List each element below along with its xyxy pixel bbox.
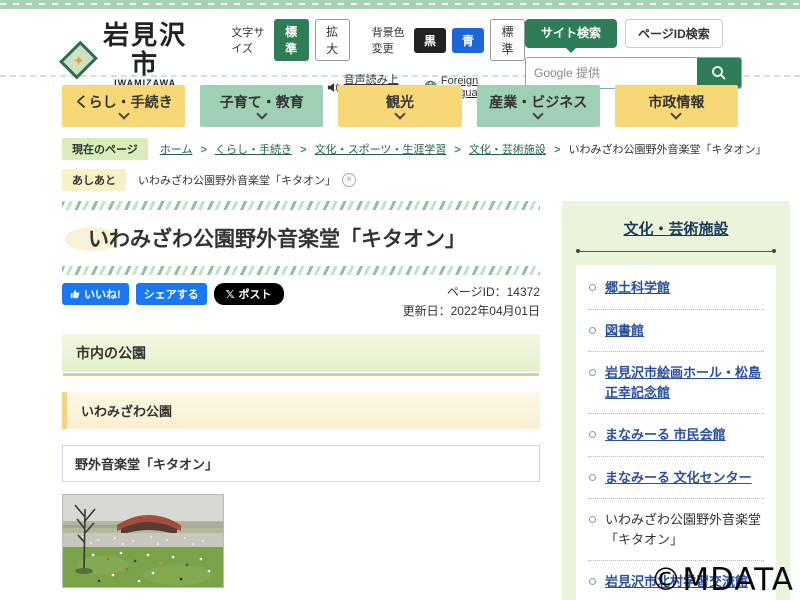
header-search-area: サイト検索 ページID検索 [525,19,742,89]
share-button[interactable]: シェアする [135,283,207,305]
breadcrumb-link-bunka-geijutsu[interactable]: 文化・芸術施設 [469,144,546,156]
nav-item-kurashi[interactable]: くらし・手続き [62,85,186,127]
breadcrumb-link-home[interactable]: ホーム [160,144,193,156]
nav-item-kanko[interactable]: 観光 [338,85,462,127]
bg-standard-button[interactable]: 標準 [490,19,526,61]
page-title: いわみざわ公園野外音楽堂「キタオン」 [62,210,540,266]
current-page-badge: 現在のページ [62,138,148,160]
font-size-standard-button[interactable]: 標準 [273,19,309,61]
site-header: ✦ 岩見沢市 IWAMIZAWA CITY 文字サイズ 標準 拡大 背景色変更 … [0,9,800,102]
bg-black-button[interactable]: 黒 [413,27,446,53]
sidebar-item-kyodo-science[interactable]: 郷土科学館 [588,267,764,310]
circle-bullet-icon [589,516,596,523]
like-button[interactable]: いいね! [62,283,129,305]
circle-bullet-icon [589,369,596,376]
breadcrumb-current: いわみざわ公園野外音楽堂「キタオン」 [568,144,767,156]
city-crest-icon: ✦ [59,40,98,80]
decor-stitch-band [0,0,800,9]
mdata-watermark: ©MDATA [650,562,794,598]
main-column: いわみざわ公園野外音楽堂「キタオン」 いいね! シェアする 𝕏 ポスト ページI… [62,201,540,600]
x-logo-icon: 𝕏 [225,288,235,301]
search-button[interactable] [697,58,741,88]
bg-color-label: 背景色変更 [371,27,405,55]
section-heading-iwamizawa-park: いわみざわ公園 [62,392,540,430]
page-id: ページID：14372 [446,285,540,299]
circle-bullet-icon [589,578,596,585]
circle-bullet-icon [589,284,596,291]
city-name: 岩見沢市 [103,20,188,79]
kitaon-amphitheater-photo [62,494,224,589]
breadcrumb-link-kurashi[interactable]: くらし・手続き [215,144,292,156]
circle-bullet-icon [589,473,596,481]
page-id-search-tab[interactable]: ページID検索 [625,19,723,48]
nav-item-shisei[interactable]: 市政情報 [614,85,739,127]
sidebar-item-manamiru-bunka-center[interactable]: まなみーる 文化センター [588,457,764,499]
site-search-tab[interactable]: サイト検索 [525,19,618,48]
breadcrumb-link-bunka-sports[interactable]: 文化・スポーツ・生涯学習 [315,144,447,156]
ashiato-row: あしあと いわみざわ公園野外音楽堂「キタオン」 × [0,164,800,195]
search-input[interactable] [526,58,697,88]
post-button[interactable]: 𝕏 ポスト [213,283,284,305]
sidebar-item-manamiru-shimin-kaikan[interactable]: まなみーる 市民会館 [588,414,764,457]
font-size-label: 文字サイズ [231,27,265,55]
decor-leaf-border-bottom [62,266,540,275]
bg-blue-button[interactable]: 青 [451,27,484,53]
magnifier-icon [712,66,726,80]
sidebar-item-kitaon-current: いわみざわ公園野外音楽堂「キタオン」 [588,499,764,561]
ashiato-item-label: いわみざわ公園野外音楽堂「キタオン」 [138,175,336,187]
section-heading-parks: 市内の公園 [62,334,540,374]
sidebar-title: 文化・芸術施設 [623,221,729,238]
nav-item-kosodate[interactable]: 子育て・教育 [200,85,324,127]
sidebar-culture-facilities: 文化・芸術施設 郷土科学館 図書館 岩見沢市絵画ホール・松島正幸記念館 まなみー… [562,201,790,600]
font-size-large-button[interactable]: 拡大 [314,19,350,61]
circle-bullet-icon [589,326,596,334]
sidebar-item-library[interactable]: 図書館 [588,310,764,352]
nav-item-sangyo[interactable]: 産業・ビジネス [476,85,600,127]
ashiato-badge: あしあと [62,169,126,191]
social-row: いいね! シェアする 𝕏 ポスト ページID：14372 更新日：2022年04… [62,283,540,321]
sidebar-divider [576,249,776,253]
breadcrumb: 現在のページ ホーム > くらし・手続き > 文化・スポーツ・生涯学習 > 文化… [0,133,800,164]
decor-leaf-border-top [62,201,540,210]
updated-date: 更新日：2022年04月01日 [402,304,540,319]
close-icon[interactable]: × [342,173,356,187]
section-heading-kitaon: 野外音楽堂「キタオン」 [62,445,540,483]
circle-bullet-icon [589,431,596,438]
thumbs-up-icon [70,289,80,299]
sidebar-item-kaiga-hall[interactable]: 岩見沢市絵画ホール・松島正幸記念館 [588,352,764,414]
content-area: いわみざわ公園野外音楽堂「キタオン」 いいね! シェアする 𝕏 ポスト ページI… [0,195,800,600]
